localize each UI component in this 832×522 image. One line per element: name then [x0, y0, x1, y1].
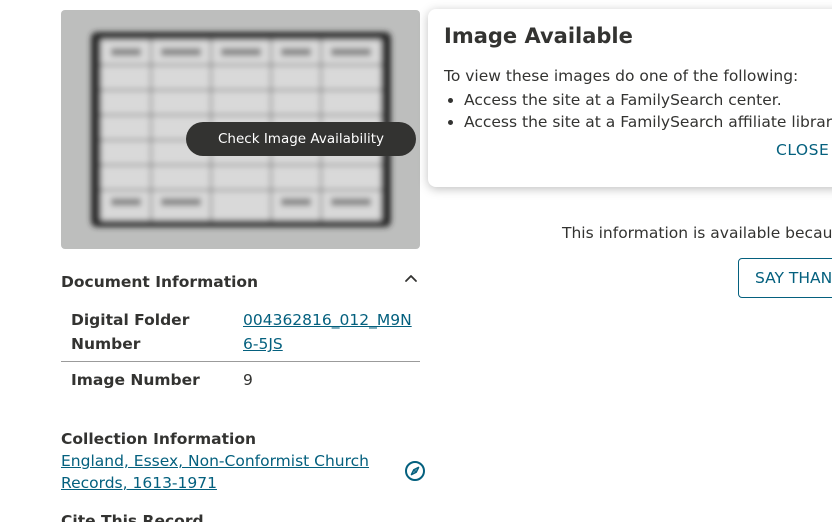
compass-icon[interactable] — [404, 460, 426, 482]
image-number-label: Image Number — [71, 371, 200, 389]
image-available-popup: Image Available To view these images do … — [428, 9, 832, 187]
record-page: Check Image Availability Document Inform… — [0, 0, 832, 522]
close-button[interactable]: CLOSE — [776, 141, 829, 159]
collection-link[interactable]: England, Essex, Non-Conformist Church Re… — [61, 452, 369, 492]
popup-intro-text: To view these images do one of the follo… — [444, 67, 799, 85]
popup-options-list: Access the site at a FamilySearch center… — [444, 89, 832, 133]
collection-link-container: England, Essex, Non-Conformist Church Re… — [61, 450, 381, 494]
digital-folder-number-link[interactable]: 004362816_012_M9N6-5JS — [243, 311, 412, 353]
check-image-availability-button[interactable]: Check Image Availability — [186, 122, 416, 156]
digital-folder-number-value: 004362816_012_M9N6-5JS — [243, 308, 421, 356]
list-item: Access the site at a FamilySearch center… — [464, 89, 832, 111]
say-thanks-button[interactable]: SAY THANKS — [738, 258, 832, 298]
image-number-value: 9 — [243, 371, 253, 389]
image-number-row: Image Number 9 — [61, 368, 420, 398]
list-item: Access the site at a FamilySearch affili… — [464, 111, 832, 133]
digital-folder-number-label: Digital Folder Number — [71, 311, 190, 353]
availability-text: This information is available because — [562, 224, 832, 242]
digital-folder-number-row: Digital Folder Number 004362816_012_M9N6… — [61, 308, 420, 362]
collection-information-heading: Collection Information — [61, 430, 257, 448]
document-information-heading: Document Information — [61, 273, 259, 291]
record-image-thumbnail[interactable]: Check Image Availability — [61, 10, 420, 249]
popup-title: Image Available — [444, 24, 633, 48]
chevron-up-icon[interactable] — [403, 270, 419, 286]
cite-this-record-heading: Cite This Record — [61, 512, 204, 522]
